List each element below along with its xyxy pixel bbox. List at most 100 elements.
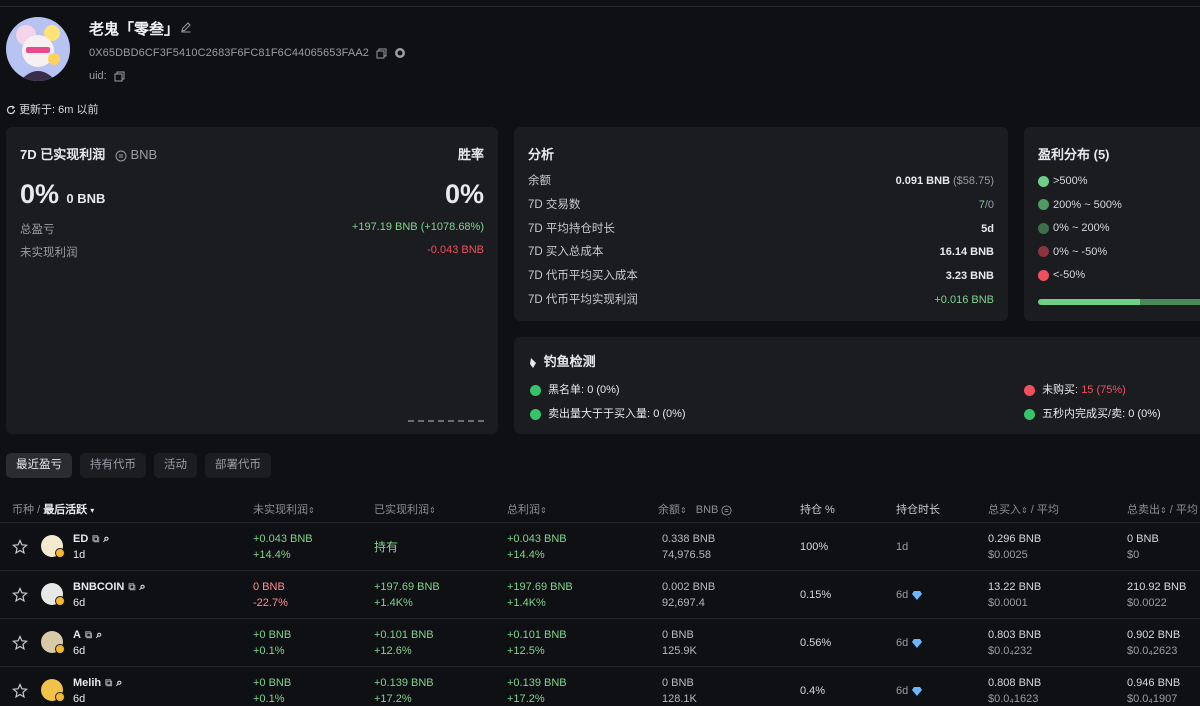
blacklist-label: 黑名单: [548,384,585,396]
star-icon[interactable] [12,683,28,699]
realized-header[interactable]: 已实现利润⇕ [374,501,436,517]
pnl-card: 7D 已实现利润 BNB 胜率 0% 0 BNB 0% 总盈亏 +197.19 … [6,127,498,434]
copy-icon[interactable] [114,71,125,82]
search-icon[interactable]: ⌕ [116,677,122,689]
unrealized-label: 未实现利润 [20,247,78,259]
distribution-bar [1038,299,1200,305]
total-buy-header[interactable]: 总买入⇕ / 平均 [988,501,1059,517]
status-dot-red [1024,384,1035,396]
fast-trade-label: 五秒内完成买/卖: [1042,408,1126,420]
last-active-header-label[interactable]: 最后活跃 [43,504,87,516]
holding-pct: 0.4% [800,685,826,697]
hook-icon [530,357,536,368]
blacklist-row: 黑名单: 0 (0%) [530,381,620,397]
total-sell: 0.902 BNB [1127,629,1181,641]
copy-icon[interactable]: ⧉ [92,534,99,545]
total-sell-header[interactable]: 总卖出⇕ / 平均 [1127,501,1198,517]
total-sell: 210.92 BNB [1127,581,1187,593]
star-icon[interactable] [12,635,28,651]
table-row[interactable]: BNBCOIN ⧉ ⌕ 6d 0 BNB -22.7% +197.69 BNB +1.4K% +… [0,571,1200,619]
copy-icon[interactable]: ⧉ [128,582,135,593]
legend-label: 0% ~ 200% [1053,222,1110,235]
distribution-bar-segment [1038,299,1141,305]
total-buy: 0.808 BNB [988,677,1042,689]
total-sell: 0.946 BNB [1127,677,1181,689]
avg-header-label: / 平均 [1030,504,1059,516]
coin-header[interactable]: 币种 / 最后活跃 ▾ [12,501,94,517]
balance-header[interactable]: 余额⇕ BNB [658,501,732,517]
copy-icon[interactable] [376,48,387,59]
coin-symbol[interactable]: BNBCOIN [73,581,124,593]
tab-activity[interactable]: 活动 [154,453,197,478]
table-row[interactable]: ED ⧉ ⌕ 1d +0.043 BNB +14.4% 持有 +0.043 BNB +14.4%… [0,523,1200,571]
header-separator: / [37,504,41,516]
realized-pct: +1.4K% [374,597,413,609]
analysis-label: 7D 代币平均买入成本 [528,270,638,283]
sort-desc-icon[interactable]: ▾ [90,506,94,515]
total-pct: +17.2% [507,693,545,705]
coin-age: 6d [73,597,86,609]
uid-label: uid: [89,70,107,82]
holding-pct-header: 持仓 % [800,504,835,516]
search-icon[interactable]: ⌕ [103,533,109,545]
coin-symbol-line: ED ⧉ ⌕ [73,531,110,548]
avg-sell-price: $0.0₄2623 [1127,645,1178,657]
edit-icon[interactable] [180,21,192,33]
tab-holdings[interactable]: 持有代币 [80,453,146,478]
total-pct: +12.5% [507,645,545,657]
copy-icon[interactable]: ⧉ [105,678,112,689]
holding-pct: 100% [800,541,829,553]
not-bought-label: 未购买: [1042,384,1079,396]
legend-dot [1038,269,1049,281]
holding-time-value: 6d [896,589,909,601]
star-icon[interactable] [12,539,28,555]
refresh-icon[interactable] [6,105,16,115]
star-icon[interactable] [12,587,28,603]
pnl-bnb: 0 BNB [66,191,106,206]
status-dot-green [1024,408,1035,420]
uid-line: uid: [89,70,125,82]
chart-placeholder-line [408,420,484,422]
coin-symbol[interactable]: A [73,629,81,641]
analysis-label: 7D 交易数 [528,198,581,211]
table-row[interactable]: A ⧉ ⌕ 6d +0 BNB +0.1% +0.101 BNB +12.6% +0.101 B… [0,619,1200,667]
balance-bnb: 0.338 BNB [662,533,716,545]
coin-symbol[interactable]: ED [73,533,88,545]
realized-bnb: +197.69 BNB [374,581,440,593]
balance-bnb: 0.002 BNB [662,581,716,593]
table-row[interactable]: Melih ⧉ ⌕ 6d +0 BNB +0.1% +0.139 BNB +17.2% +0.1… [0,667,1200,706]
unrealized-header-label: 未实现利润 [253,504,308,516]
unrealized-bnb: 0 BNB [253,581,285,593]
wallet-address: 0X65DBD6CF3F5410C2683F6FC81F6C44065653FA… [89,47,369,59]
total-header-label: 总利润 [507,504,540,516]
analysis-value-main: 5d [981,222,994,235]
total-buy-header-label: 总买入 [988,504,1021,516]
sort-icon: ⇕ [1021,506,1028,515]
swap-icon[interactable] [115,150,127,162]
search-icon[interactable]: ⌕ [139,581,145,593]
analysis-value-main: 3.23 BNB [945,270,994,283]
legend-dot [1038,175,1049,187]
updated-status[interactable]: 更新于: 6m 以前 [6,101,99,117]
tab-deployed[interactable]: 部署代币 [205,453,271,478]
total-buy: 0.803 BNB [988,629,1042,641]
sold-gt-bought-value: 0 (0%) [653,408,686,420]
sort-icon: ⇕ [680,506,687,515]
unrealized-header[interactable]: 未实现利润⇕ [253,501,315,517]
bnb-chain-badge [55,692,65,702]
swap-icon[interactable] [721,505,732,516]
explorer-icon[interactable] [394,47,406,59]
holding-time: 6d [896,587,923,603]
search-icon[interactable]: ⌕ [96,629,102,641]
avatar[interactable] [6,17,70,81]
tab-recent-pnl[interactable]: 最近盈亏 [6,453,72,478]
coin-symbol[interactable]: Melih [73,677,101,689]
sort-icon: ⇕ [1160,506,1167,515]
diamond-icon [912,686,923,696]
legend-dot [1038,222,1049,234]
analysis-value: 3.23 BNB [946,268,994,284]
analysis-value-main: 16.14 BNB [939,246,994,259]
analysis-value-main: +0.016 BNB [934,294,994,306]
copy-icon[interactable]: ⧉ [85,630,92,641]
total-header[interactable]: 总利润⇕ [507,501,547,517]
